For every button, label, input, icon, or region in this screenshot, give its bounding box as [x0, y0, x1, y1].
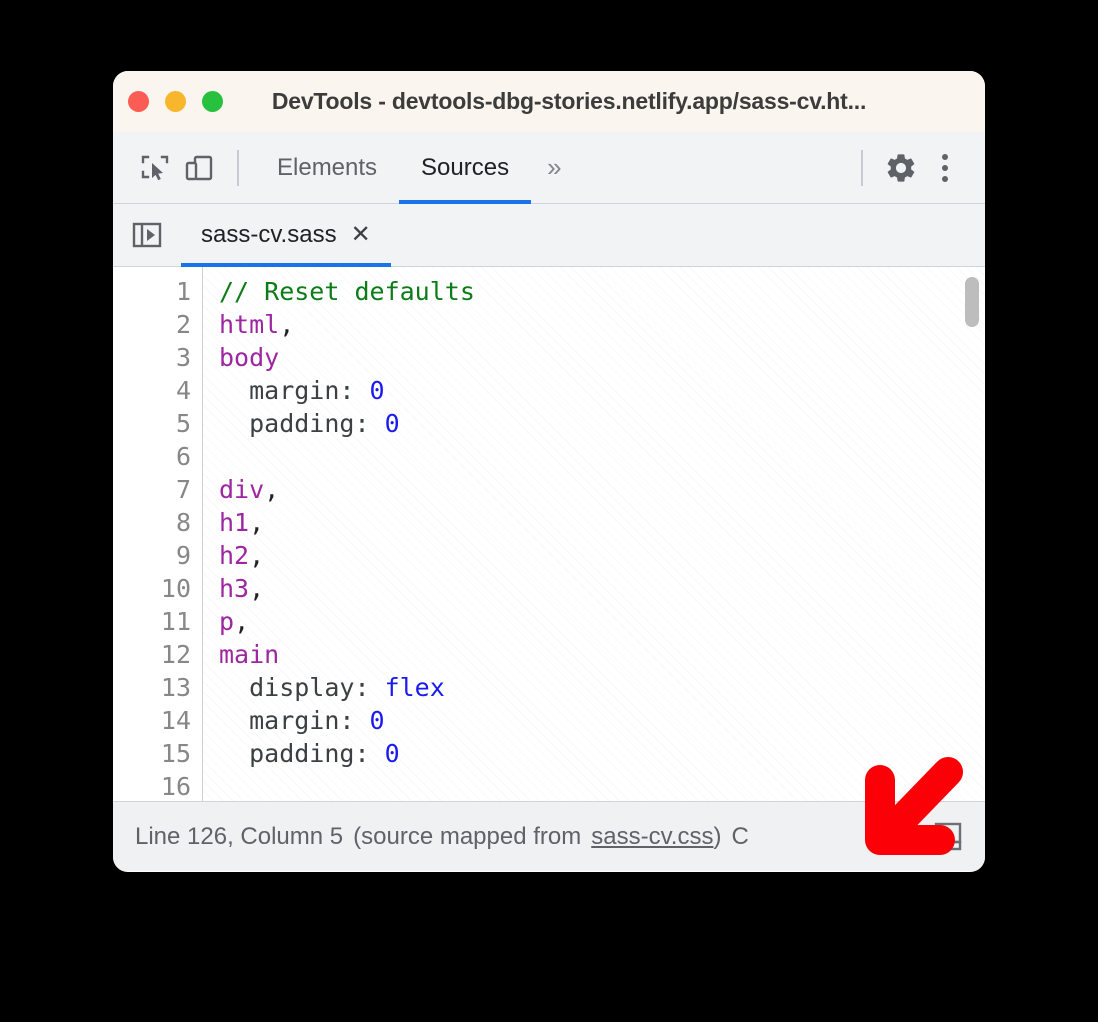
code-line: display: flex	[219, 671, 985, 704]
line-number: 11	[160, 607, 191, 636]
editor-scrollbar[interactable]	[965, 275, 979, 793]
code-token: main	[219, 640, 280, 669]
source-map-prefix: (source mapped from	[353, 822, 582, 850]
code-token: margin:	[219, 376, 370, 405]
code-token: 0	[369, 376, 385, 405]
close-window-button[interactable]	[128, 91, 149, 112]
line-number: 13	[160, 673, 191, 702]
line-number: 7	[175, 475, 191, 504]
code-token: ,	[249, 508, 265, 537]
line-number: 2	[175, 310, 191, 339]
toolbar-divider-right	[861, 149, 863, 186]
scrollbar-thumb[interactable]	[965, 277, 979, 327]
code-token: ,	[279, 310, 295, 339]
code-token: display:	[219, 673, 385, 702]
code-token: flex	[384, 673, 445, 702]
editor-status-bar: Line 126, Column 5 (source mapped from s…	[113, 801, 985, 871]
code-token: padding:	[219, 739, 385, 768]
code-line: margin: 0	[219, 374, 985, 407]
code-line: div,	[219, 473, 985, 506]
code-token: ,	[264, 475, 280, 504]
window-titlebar: DevTools - devtools-dbg-stories.netlify.…	[113, 71, 985, 132]
file-tab-label: sass-cv.sass	[201, 221, 337, 248]
file-tab-strip: sass-cv.sass ✕	[113, 204, 985, 267]
toolbar-divider-left	[237, 149, 239, 186]
code-token: ,	[249, 574, 265, 603]
source-map-suffix: )	[713, 822, 722, 850]
source-map-link[interactable]: sass-cv.css	[591, 823, 713, 851]
toolbar-right-group	[845, 146, 967, 190]
zoom-window-button[interactable]	[202, 91, 223, 112]
file-tab-sass-cv[interactable]: sass-cv.sass ✕	[181, 204, 391, 267]
code-token: 0	[384, 409, 400, 438]
code-line: html,	[219, 308, 985, 341]
code-token: // Reset defaults	[219, 277, 475, 306]
device-toolbar-icon[interactable]	[177, 146, 221, 190]
show-navigator-icon[interactable]	[113, 204, 181, 266]
code-token: ,	[249, 541, 265, 570]
code-token: body	[219, 343, 280, 372]
line-number: 3	[175, 343, 191, 372]
line-number: 14	[160, 706, 191, 735]
line-number: 8	[175, 508, 191, 537]
status-text: Line 126, Column 5 (source mapped from s…	[135, 823, 759, 851]
code-token: div	[219, 475, 265, 504]
panel-tab-list: Elements Sources »	[255, 132, 578, 204]
code-content[interactable]: // Reset defaults html, body margin: 0 pad…	[203, 267, 985, 801]
line-number: 4	[175, 376, 191, 405]
code-line: // Reset defaults	[219, 275, 985, 308]
code-token: h1	[219, 508, 250, 537]
line-number: 10	[160, 574, 191, 603]
code-token: p	[219, 607, 235, 636]
source-editor[interactable]: 1 2 3 4 5 6 7 8 9 10 11 12 13 14 15 16 // Reset default…	[113, 267, 985, 801]
code-line: h3,	[219, 572, 985, 605]
window-title: DevTools - devtools-dbg-stories.netlify.…	[271, 88, 867, 114]
code-line: margin: 0	[219, 704, 985, 737]
code-token: 0	[384, 739, 400, 768]
minimize-window-button[interactable]	[165, 91, 186, 112]
code-line: h1,	[219, 506, 985, 539]
code-token: h2	[219, 541, 250, 570]
code-token: padding:	[219, 409, 385, 438]
code-line: h2,	[219, 539, 985, 572]
cursor-position: Line 126, Column 5	[135, 822, 344, 850]
devtools-toolbar: Elements Sources »	[113, 132, 985, 204]
tab-elements[interactable]: Elements	[255, 132, 399, 203]
code-token: h3	[219, 574, 250, 603]
code-line: padding: 0	[219, 407, 985, 440]
line-number: 6	[175, 442, 191, 471]
traffic-light-group	[128, 91, 223, 112]
more-tabs-chevron-icon[interactable]: »	[531, 132, 577, 203]
code-line: body	[219, 341, 985, 374]
line-number: 9	[175, 541, 191, 570]
status-truncated-tail: C	[731, 822, 749, 850]
close-icon[interactable]: ✕	[351, 223, 371, 247]
line-number: 5	[175, 409, 191, 438]
pretty-print-icon[interactable]	[925, 814, 971, 860]
devtools-window: DevTools - devtools-dbg-stories.netlify.…	[113, 71, 985, 872]
code-token: margin:	[219, 706, 370, 735]
line-number: 15	[160, 739, 191, 768]
inspect-element-icon[interactable]	[133, 146, 177, 190]
kebab-menu-icon[interactable]	[923, 146, 967, 190]
line-number: 12	[160, 640, 191, 669]
line-number: 16	[160, 772, 191, 801]
code-line: padding: 0	[219, 737, 985, 770]
code-token: html	[219, 310, 280, 339]
gear-icon[interactable]	[879, 146, 923, 190]
code-line: p,	[219, 605, 985, 638]
line-number: 1	[175, 277, 191, 306]
code-line: main	[219, 638, 985, 671]
code-token: 0	[369, 706, 385, 735]
line-number-gutter: 1 2 3 4 5 6 7 8 9 10 11 12 13 14 15 16	[113, 267, 203, 801]
tab-sources[interactable]: Sources	[399, 132, 532, 204]
code-token: ,	[234, 607, 250, 636]
